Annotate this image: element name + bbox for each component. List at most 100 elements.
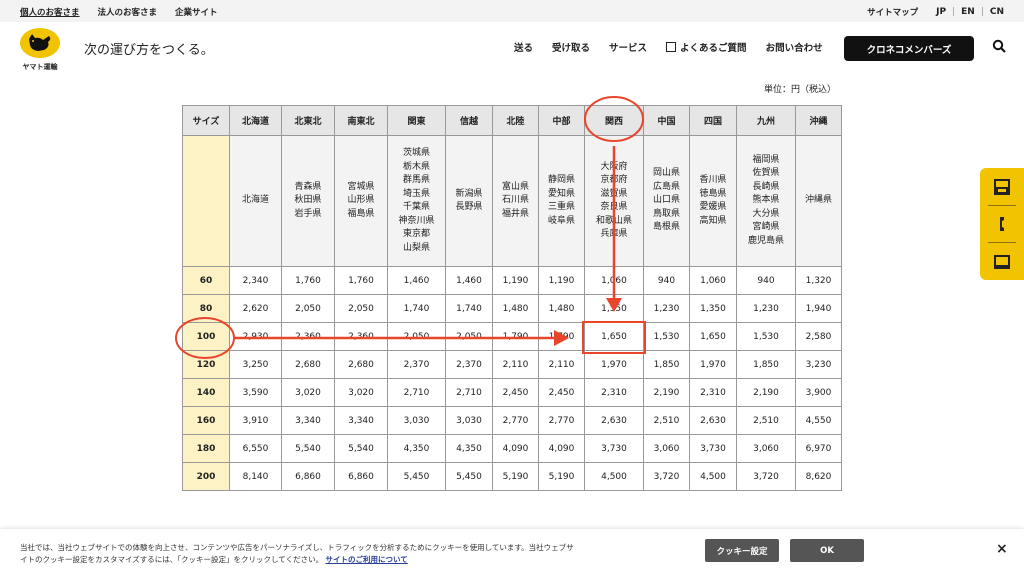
prefecture-list-cell: 沖縄県 [795, 135, 842, 267]
price-cell: 1,480 [492, 294, 539, 323]
price-cell: 1,760 [334, 266, 388, 295]
printer-icon[interactable] [993, 178, 1011, 196]
link-corporate[interactable]: 企業サイト [175, 6, 218, 18]
price-cell: 2,680 [281, 350, 335, 379]
nav-faq[interactable]: よくあるご質問 [666, 40, 747, 54]
price-cell: 1,760 [281, 266, 335, 295]
column-header-region: 関西 [584, 105, 644, 136]
size-cell: 120 [182, 350, 230, 379]
column-header-region: 関東 [387, 105, 446, 136]
nav-contact[interactable]: お問い合わせ [766, 40, 823, 54]
price-cell: 3,030 [445, 406, 493, 435]
price-cell: 2,620 [229, 294, 282, 323]
table-row: 120 3,250 2,680 2,680 2,370 2,370 2,110 2,110 1,… [182, 350, 842, 379]
cookie-settings-button[interactable]: クッキー設定 [705, 539, 779, 562]
price-cell: 2,310 [584, 378, 644, 407]
price-cell: 3,590 [229, 378, 282, 407]
table-row: 180 6,550 5,540 5,540 4,350 4,350 4,090 4,090 3,… [182, 434, 842, 463]
price-cell: 2,050 [387, 322, 446, 351]
prefecture-list-cell: 青森県 秋田県 岩手県 [281, 135, 335, 267]
link-business[interactable]: 法人のお客さま [98, 6, 158, 18]
tagline: 次の運び方をつくる。 [84, 43, 214, 58]
price-cell: 4,090 [492, 434, 539, 463]
lang-cn[interactable]: CN [990, 7, 1004, 17]
price-cell: 2,710 [445, 378, 493, 407]
price-cell: 6,860 [281, 462, 335, 491]
prefecture-list-cell: 岡山県 広島県 山口県 鳥取県 島根県 [643, 135, 690, 267]
prefecture-list-cell: 静岡県 愛知県 三重県 岐阜県 [538, 135, 585, 267]
nav-send[interactable]: 送る [514, 40, 533, 54]
price-cell: 2,450 [538, 378, 585, 407]
price-cell: 8,620 [795, 462, 842, 491]
price-cell: 6,860 [334, 462, 388, 491]
price-cell: 1,460 [445, 266, 493, 295]
price-cell: 1,060 [584, 266, 644, 295]
price-cell: 1,230 [736, 294, 796, 323]
price-cell: 1,530 [643, 322, 690, 351]
price-cell: 1,740 [387, 294, 446, 323]
price-cell: 1,650 [689, 322, 737, 351]
price-cell: 5,540 [281, 434, 335, 463]
search-icon[interactable] [992, 39, 1006, 53]
prefecture-list-cell: 福岡県 佐賀県 長崎県 熊本県 大分県 宮崎県 鹿児島県 [736, 135, 796, 267]
price-cell: 3,730 [689, 434, 737, 463]
prefecture-list-cell: 新潟県 長野県 [445, 135, 493, 267]
external-window-icon [666, 42, 677, 52]
price-cell: 6,550 [229, 434, 282, 463]
lang-en[interactable]: EN [961, 7, 975, 17]
price-cell: 1,480 [538, 294, 585, 323]
price-cell: 2,310 [689, 378, 737, 407]
price-cell: 3,910 [229, 406, 282, 435]
price-cell: 5,190 [492, 462, 539, 491]
prefecture-list-cell: 茨城県 栃木県 群馬県 埼玉県 千葉県 神奈川県 東京都 山梨県 [387, 135, 446, 267]
price-cell: 4,350 [387, 434, 446, 463]
price-cell: 1,940 [795, 294, 842, 323]
price-cell: 3,060 [736, 434, 796, 463]
link-personal[interactable]: 個人のお客さま [20, 6, 80, 18]
price-cell: 3,340 [281, 406, 335, 435]
price-cell: 3,230 [795, 350, 842, 379]
price-cell: 1,190 [492, 266, 539, 295]
price-cell: 1,350 [689, 294, 737, 323]
column-header-region: 九州 [736, 105, 796, 136]
price-cell: 1,970 [584, 350, 644, 379]
price-cell: 2,050 [281, 294, 335, 323]
price-cell: 1,190 [538, 266, 585, 295]
side-quick-menu [980, 168, 1024, 280]
cookie-text: 当社では、当社ウェブサイトでの体験を向上させ、コンテンツや広告をパーソナライズし… [20, 543, 574, 564]
utility-bar: 個人のお客さま 法人のお客さま 企業サイト サイトマップ JP | EN | C… [0, 0, 1024, 22]
lang-jp[interactable]: JP [936, 7, 946, 17]
table-row: 80 2,620 2,050 2,050 1,740 1,740 1,480 1,480 1,3… [182, 294, 842, 323]
size-cell: 180 [182, 434, 230, 463]
phone-icon[interactable] [993, 215, 1011, 233]
shipping-rate-table: サイズ 北海道 北東北 南東北 関東 信越 北陸 中部 関西 中国 四国 九州 沖縄 北海道 青森県 秋田… [182, 105, 842, 491]
price-cell: 1,230 [643, 294, 690, 323]
size-cell: 200 [182, 462, 230, 491]
price-cell: 1,790 [538, 322, 585, 351]
price-cell: 5,540 [334, 434, 388, 463]
price-cell: 2,770 [492, 406, 539, 435]
kuroneko-members-button[interactable]: クロネコメンバーズ [844, 36, 974, 61]
price-cell: 1,970 [689, 350, 737, 379]
price-cell: 2,510 [736, 406, 796, 435]
nav-faq-label: よくあるご質問 [680, 43, 747, 54]
price-cell: 2,630 [689, 406, 737, 435]
price-cell: 2,580 [795, 322, 842, 351]
yamato-logo[interactable]: ヤマト運輸 [17, 28, 63, 74]
cookie-banner: 当社では、当社ウェブサイトでの体験を向上させ、コンテンツや広告をパーソナライズし… [0, 529, 1024, 571]
size-cell: 140 [182, 378, 230, 407]
column-header-region: 信越 [445, 105, 493, 136]
nav-receive[interactable]: 受け取る [552, 40, 590, 54]
close-icon[interactable]: × [996, 541, 1008, 557]
price-cell: 1,530 [736, 322, 796, 351]
nav-service[interactable]: サービス [609, 40, 647, 54]
computer-icon[interactable] [993, 253, 1011, 271]
price-cell: 2,110 [538, 350, 585, 379]
cookie-ok-button[interactable]: OK [790, 539, 864, 562]
price-cell: 2,050 [334, 294, 388, 323]
price-cell: 3,030 [387, 406, 446, 435]
price-cell: 2,050 [445, 322, 493, 351]
link-sitemap[interactable]: サイトマップ [867, 6, 918, 18]
price-cell: 1,850 [736, 350, 796, 379]
cookie-policy-link[interactable]: サイトのご利用について [325, 555, 407, 564]
